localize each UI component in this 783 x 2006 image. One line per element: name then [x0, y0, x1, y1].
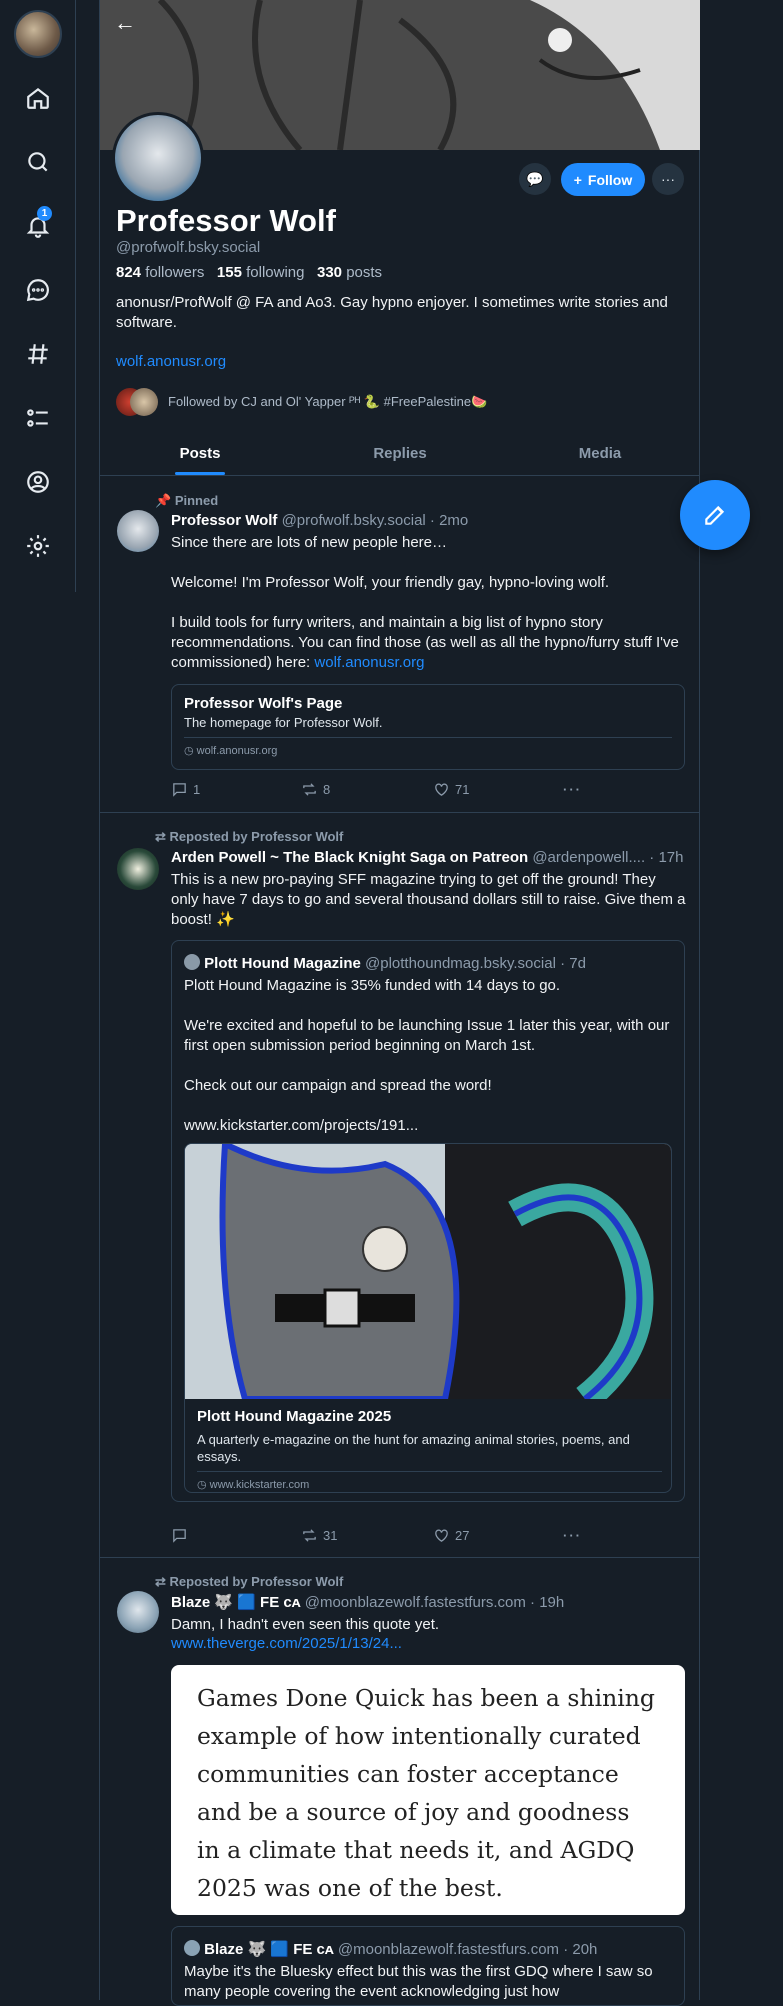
following-link[interactable]: 155 following [217, 264, 305, 281]
post-link[interactable]: www.theverge.com/2025/1/13/24... [171, 1635, 402, 1652]
profile-stats: 824 followers 155 following 330 posts [116, 264, 382, 281]
globe-icon: ◷ [184, 745, 194, 757]
post-author[interactable]: Arden Powell ~ The Black Knight Saga on … [171, 849, 691, 866]
plus-icon: + [573, 171, 582, 188]
my-avatar[interactable] [14, 10, 62, 58]
profile-tabs: Posts Replies Media [100, 432, 700, 476]
heart-icon [435, 783, 448, 796]
quote-author-avatar [184, 954, 200, 970]
repost-icon [303, 1529, 316, 1542]
pinned-indicator: 📌 Pinned [155, 493, 219, 508]
like-button[interactable]: 27 [433, 1527, 563, 1544]
chat-icon[interactable] [22, 274, 54, 306]
post-text: Damn, I hadn't even seen this quote yet. [171, 1616, 440, 1633]
notifications-icon[interactable]: 1 [22, 206, 54, 242]
posts-count: 330 posts [317, 264, 383, 281]
sidebar: 1 [0, 0, 76, 592]
repost-button[interactable]: 8 [301, 781, 433, 798]
divider [100, 1557, 700, 1558]
notification-badge: 1 [37, 206, 52, 221]
post-link[interactable]: wolf.anonusr.org [314, 654, 424, 671]
repost-small-icon: ⇄ [155, 829, 166, 844]
repost-icon [303, 783, 316, 796]
reply-button[interactable] [171, 1527, 301, 1544]
post-text: Since there are lots of new people here…… [171, 534, 679, 671]
lists-icon[interactable] [22, 402, 54, 434]
post-author-avatar[interactable] [117, 510, 159, 552]
card-title: Plott Hound Magazine 2025 [197, 1408, 392, 1425]
back-arrow-icon[interactable]: ← [110, 8, 140, 38]
heart-icon [435, 1529, 448, 1542]
post-author[interactable]: Professor Wolf @profwolf.bsky.social · 2… [171, 512, 468, 529]
profile-name: Professor Wolf [116, 203, 336, 238]
quote-post[interactable]: Blaze 🐺 🟦 FE ᴄᴀ @moonblazewolf.fastestfu… [171, 1926, 685, 2006]
repost-button[interactable]: 31 [301, 1527, 433, 1544]
feeds-hash-icon[interactable] [22, 338, 54, 370]
follow-button[interactable]: + Follow [561, 163, 645, 196]
more-options-icon[interactable]: ··· [563, 1528, 582, 1543]
followers-link[interactable]: 824 followers [116, 264, 204, 281]
tab-media[interactable]: Media [500, 432, 700, 475]
tab-posts[interactable]: Posts [100, 432, 300, 475]
search-icon[interactable] [22, 146, 54, 178]
kickstarter-link-card[interactable]: Plott Hound Magazine 2025 A quarterly e-… [184, 1143, 672, 1493]
post-author-avatar[interactable] [117, 1591, 159, 1633]
post-author[interactable]: Blaze 🐺 🟦 FE ᴄᴀ @moonblazewolf.fastestfu… [171, 1593, 564, 1611]
quote-author-avatar [184, 1940, 200, 1956]
globe-icon: ◷ [197, 1479, 207, 1491]
divider [100, 812, 700, 813]
tab-replies[interactable]: Replies [300, 432, 500, 475]
repost-indicator: ⇄ Reposted by Professor Wolf [155, 1574, 344, 1589]
reply-button[interactable]: 1 [171, 781, 301, 798]
repost-small-icon: ⇄ [155, 1574, 166, 1589]
card-image [185, 1144, 671, 1399]
quote-post[interactable]: Plott Hound Magazine @plotthoundmag.bsky… [171, 940, 685, 1502]
quote-text: Plott Hound Magazine is 35% funded with … [184, 977, 670, 1134]
more-options-icon[interactable]: ··· [652, 163, 684, 195]
profile-icon[interactable] [22, 466, 54, 498]
link-card[interactable]: Professor Wolf's Page The homepage for P… [171, 684, 685, 770]
like-button[interactable]: 71 [433, 781, 563, 798]
post-actions: 1 8 71 ··· [171, 781, 691, 798]
home-icon[interactable] [22, 82, 54, 114]
card-domain: www.kickstarter.com [209, 1479, 310, 1491]
pin-icon: 📌 [155, 493, 172, 508]
profile-bio: anonusr/ProfWolf @ FA and Ao3. Gay hypno… [116, 294, 668, 331]
card-domain: wolf.anonusr.org [196, 745, 278, 757]
profile-website-link[interactable]: wolf.anonusr.org [116, 353, 226, 370]
quote-text: Maybe it's the Bluesky effect but this w… [184, 1963, 653, 2000]
card-desc: A quarterly e-magazine on the hunt for a… [197, 1432, 630, 1464]
card-desc: The homepage for Professor Wolf. [184, 715, 383, 730]
reply-icon [173, 783, 186, 797]
compose-icon [705, 505, 725, 525]
post-author-avatar[interactable] [117, 848, 159, 890]
message-icon[interactable]: 💬 [519, 163, 551, 195]
follower-avatar [130, 388, 158, 416]
quote-author[interactable]: Blaze 🐺 🟦 FE ᴄᴀ @moonblazewolf.fastestfu… [184, 1940, 597, 1958]
quote-author[interactable]: Plott Hound Magazine @plotthoundmag.bsky… [184, 954, 586, 972]
post-text: This is a new pro-paying SFF magazine tr… [171, 871, 686, 928]
post-actions: 31 27 ··· [171, 1527, 691, 1544]
profile-avatar[interactable] [112, 112, 204, 204]
follow-label: Follow [587, 171, 633, 188]
profile-handle: @profwolf.bsky.social [116, 239, 261, 256]
reply-icon [173, 1529, 186, 1543]
post-image-quote[interactable]: Games Done Quick has been a shining exam… [171, 1665, 685, 1915]
settings-gear-icon[interactable] [22, 530, 54, 562]
more-options-icon[interactable]: ··· [563, 782, 582, 797]
followed-by-text: Followed by CJ and Ol' Yapper ᴾᴴ 🐍 #Free… [168, 394, 488, 409]
compose-button[interactable] [680, 480, 750, 550]
card-title: Professor Wolf's Page [184, 695, 343, 712]
repost-indicator: ⇄ Reposted by Professor Wolf [155, 829, 344, 844]
followed-by[interactable]: Followed by CJ and Ol' Yapper ᴾᴴ 🐍 #Free… [116, 387, 487, 417]
